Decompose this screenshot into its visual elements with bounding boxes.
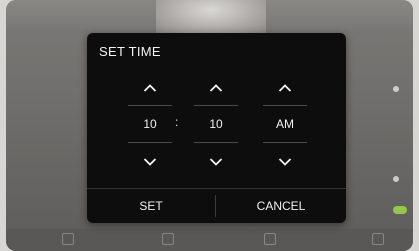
hour-down-button[interactable]: [132, 151, 168, 173]
set-time-dialog: SET TIME 10 : 10 AM SET CANCEL: [87, 33, 346, 223]
chevron-up-icon: [278, 84, 292, 92]
minute-value[interactable]: 10: [194, 105, 238, 143]
set-button[interactable]: SET: [87, 189, 215, 223]
minute-down-button[interactable]: [198, 151, 234, 173]
period-picker: AM: [263, 77, 307, 177]
dialog-title: SET TIME: [99, 44, 161, 59]
dialog-button-row: SET CANCEL: [87, 188, 346, 223]
hour-up-button[interactable]: [132, 77, 168, 99]
cancel-button[interactable]: CANCEL: [216, 189, 346, 223]
hour-picker: 10: [128, 77, 172, 177]
hour-value[interactable]: 10: [128, 105, 172, 143]
time-separator: :: [175, 115, 179, 129]
chevron-down-icon: [278, 158, 292, 166]
chevron-down-icon: [209, 158, 223, 166]
background-toggle-on: [393, 206, 407, 214]
chevron-up-icon: [143, 84, 157, 92]
background-toggle: [393, 176, 399, 182]
home-icon: [264, 233, 276, 245]
power-icon: [62, 233, 74, 245]
period-value[interactable]: AM: [263, 105, 307, 143]
bottom-bar: [6, 229, 413, 251]
minute-picker: 10: [194, 77, 238, 177]
minute-up-button[interactable]: [198, 77, 234, 99]
chevron-up-icon: [209, 84, 223, 92]
tools-icon: [162, 233, 174, 245]
background-thumbnail: [156, 0, 266, 34]
background-toggle: [393, 86, 399, 92]
chevron-down-icon: [143, 158, 157, 166]
back-icon: [372, 233, 384, 245]
period-down-button[interactable]: [267, 151, 303, 173]
period-up-button[interactable]: [267, 77, 303, 99]
